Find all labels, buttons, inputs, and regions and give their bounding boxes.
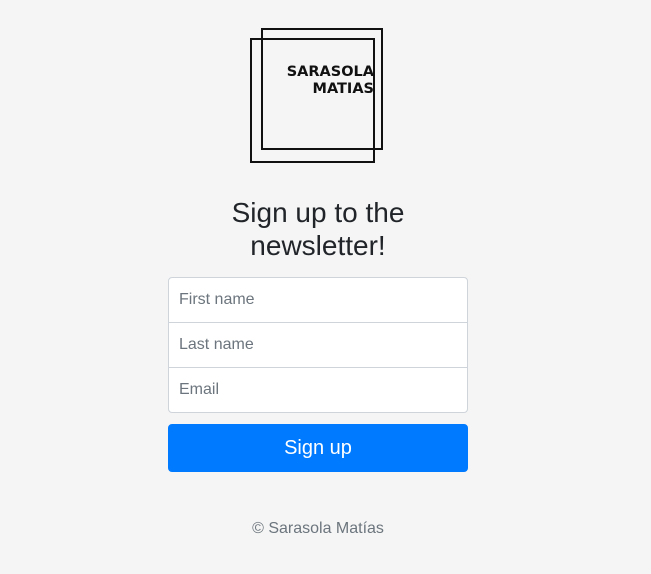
first-name-field[interactable] bbox=[168, 277, 468, 323]
signup-form: Sign up bbox=[168, 277, 468, 472]
brand-logo: SARASOLA MATIAS bbox=[250, 28, 386, 164]
copyright-footer: © Sarasola Matías bbox=[252, 520, 384, 537]
sign-up-button[interactable]: Sign up bbox=[168, 424, 468, 472]
logo-text: SARASOLA MATIAS bbox=[268, 64, 374, 98]
newsletter-page: SARASOLA MATIAS Sign up to the newslette… bbox=[0, 0, 651, 574]
last-name-field[interactable] bbox=[168, 322, 468, 368]
email-field[interactable] bbox=[168, 367, 468, 413]
page-title: Sign up to the newsletter! bbox=[231, 197, 405, 261]
logo-text-line2: MATIAS bbox=[312, 81, 374, 97]
logo-text-line1: SARASOLA bbox=[286, 64, 374, 80]
logo-frame-front bbox=[250, 38, 375, 163]
